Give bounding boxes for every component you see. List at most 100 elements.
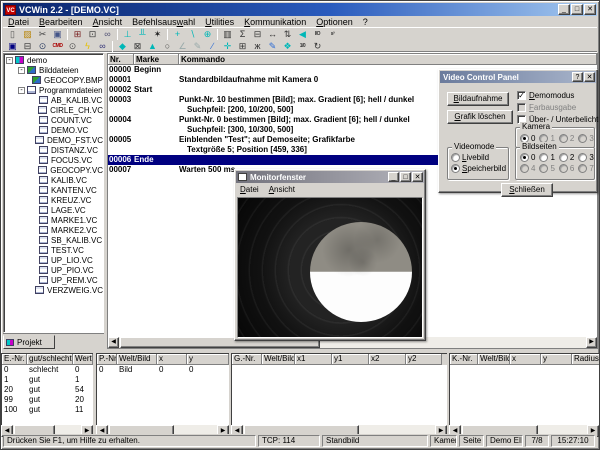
monitor-icon[interactable]: ⊡ [85, 28, 100, 40]
menu-befehlsauswahl[interactable]: Befehlsauswahl [127, 17, 200, 27]
edge-detect-dual-icon[interactable]: ╨ [135, 28, 150, 40]
monitor-close-button[interactable]: ✕ [412, 172, 423, 182]
tree-item-demo-vc[interactable]: DEMO.VC [4, 125, 103, 135]
radio-icon[interactable] [559, 164, 568, 173]
table-row[interactable]: 0schlecht0 [2, 365, 93, 375]
monitor-maximize-button[interactable]: □ [400, 172, 411, 182]
vcp-help-button[interactable]: ? [572, 72, 583, 82]
radio-icon[interactable] [578, 153, 587, 162]
checkbox-demomodus[interactable]: ✓Demomodus [517, 90, 574, 100]
io-monitor-icon[interactable]: 1/0 [295, 40, 310, 52]
vector-icon[interactable]: ❖ [280, 40, 295, 52]
table-row[interactable]: 1gut1 [2, 375, 93, 385]
grayscale-icon[interactable]: ▥ [220, 28, 235, 40]
line-tool-icon[interactable]: ∖ [185, 28, 200, 40]
radio-bildseiten-2[interactable]: 2 [559, 153, 574, 162]
counter-icon[interactable]: ⇅ [280, 28, 295, 40]
menu-item[interactable]: ? [358, 17, 373, 27]
table-row[interactable]: 100gut11 [2, 405, 93, 415]
flash-icon[interactable]: ϟ [80, 40, 95, 52]
tree-item-test-vc[interactable]: TEST.VC [4, 245, 103, 255]
menu-bearbeiten[interactable]: Bearbeiten [34, 17, 88, 27]
circle-tool-icon[interactable]: ○ [160, 40, 175, 52]
radio-icon[interactable] [520, 153, 529, 162]
column-radius[interactable]: Radius [572, 354, 599, 365]
radio-icon[interactable] [539, 164, 548, 173]
tree-item-distanz-vc[interactable]: DISTANZ.VC [4, 145, 103, 155]
arrow-horizontal-icon[interactable]: ↔ [265, 28, 280, 40]
tree-expander-icon[interactable]: - [6, 57, 13, 64]
shape-tool-icon[interactable]: ✎ [190, 40, 205, 52]
column-marke[interactable]: Marke [134, 54, 179, 65]
monitor-transfer-icon[interactable]: ⊟ [250, 28, 265, 40]
tree-item-up-rem-vc[interactable]: UP_REM.VC [4, 275, 103, 285]
radio-bildseiten-3[interactable]: 3 [578, 153, 593, 162]
new-file-icon[interactable]: ▯ [5, 28, 20, 40]
tree-item-cirle-ch-vc[interactable]: CIRLE_CH.VC [4, 105, 103, 115]
monitor-minimize-button[interactable]: _ [388, 172, 399, 182]
column-welt-bild[interactable]: Welt/Bild [117, 354, 157, 365]
radio-icon[interactable] [578, 134, 587, 143]
radio-icon[interactable] [520, 164, 529, 173]
script-icon[interactable]: s³ [325, 28, 340, 40]
monitor-menu-ansicht[interactable]: Ansicht [264, 185, 300, 194]
column-y[interactable]: y [187, 354, 229, 365]
tree-item-ab-kalib-vc[interactable]: AB_KALIB.VC [4, 95, 103, 105]
crosshair-icon[interactable]: + [170, 28, 185, 40]
menu-ansicht[interactable]: Ansicht [88, 17, 128, 27]
paste-icon[interactable]: ▣ [50, 28, 65, 40]
monitor-menu-datei[interactable]: Datei [235, 185, 264, 194]
digital-io-icon[interactable]: I/O [310, 28, 325, 40]
radio-bildseiten-6[interactable]: 6 [559, 164, 574, 173]
column-y2[interactable]: y2 [406, 354, 442, 365]
target-icon[interactable]: ⊕ [200, 28, 215, 40]
tree-expander-icon[interactable]: - [18, 87, 25, 94]
tree-item-demo[interactable]: -demo [4, 55, 103, 65]
camera-monitor-icon[interactable]: ⊞ [70, 28, 85, 40]
column-wert[interactable]: Wert [73, 354, 93, 365]
radio-bildseiten-5[interactable]: 5 [539, 164, 554, 173]
column-y1[interactable]: y1 [332, 354, 369, 365]
rotate-tool-icon[interactable]: ✛ [220, 40, 235, 52]
tree-item-lage-vc[interactable]: LAGE.VC [4, 205, 103, 215]
column-welt-bild[interactable]: Welt/Bild [478, 354, 510, 365]
column-kommando[interactable]: Kommando [179, 54, 597, 65]
tree-item-geocopy-vc[interactable]: GEOCOPY.VC [4, 165, 103, 175]
minimize-button[interactable]: _ [558, 4, 570, 15]
cut-icon[interactable]: ✂ [35, 28, 50, 40]
menu-kommunikation[interactable]: Kommunikation [239, 17, 311, 27]
audio-icon[interactable]: ◀ [295, 28, 310, 40]
radio-bildseiten-1[interactable]: 1 [539, 153, 554, 162]
tree-item-kreuz-vc[interactable]: KREUZ.VC [4, 195, 103, 205]
tree-item-kanten-vc[interactable]: KANTEN.VC [4, 185, 103, 195]
table-row[interactable]: 20gut54 [2, 385, 93, 395]
menu-utilities[interactable]: Utilities [200, 17, 239, 27]
blob-analysis-icon[interactable]: ✶ [150, 28, 165, 40]
cmd-sel-icon[interactable]: CMD [50, 40, 65, 52]
tree-item-sb-kalib-vc[interactable]: SB_KALIB.VC [4, 235, 103, 245]
menu-datei[interactable]: Datei [3, 17, 34, 27]
image-window-icon[interactable]: ⊠ [130, 40, 145, 52]
tree-item-marke2-vc[interactable]: MARKE2.VC [4, 225, 103, 235]
radio-kamera-2[interactable]: 2 [559, 134, 574, 143]
tree-expander-icon[interactable]: - [18, 67, 25, 74]
scroll-right-icon[interactable]: ▶ [586, 337, 597, 348]
column-p-nr[interactable]: P.-Nr. [97, 354, 117, 365]
tree-item-kalib-vc[interactable]: KALIB.VC [4, 175, 103, 185]
arrow-up-icon[interactable]: ▲ [145, 40, 160, 52]
camera-icon[interactable]: ⊙ [65, 40, 80, 52]
column-x[interactable]: x [157, 354, 187, 365]
tree-item-geocopy-bmp[interactable]: GEOCOPY.BMP [4, 75, 103, 85]
radio-icon[interactable] [451, 153, 460, 162]
vcp-close-icon[interactable]: ✕ [584, 72, 595, 82]
close-button[interactable]: ✕ [584, 4, 596, 15]
radio-icon[interactable] [559, 153, 568, 162]
scroll-left-icon[interactable]: ◀ [108, 337, 119, 348]
open-file-icon[interactable]: ▨ [20, 28, 35, 40]
tab-projekt[interactable]: Projekt [3, 335, 55, 349]
radio-bildseiten-7[interactable]: 7 [578, 164, 593, 173]
radio-icon[interactable] [578, 164, 587, 173]
checkbox-farbausgabe[interactable]: Farbausgabe [517, 102, 576, 112]
tree-item-programmdateien[interactable]: -Programmdateien [4, 85, 103, 95]
monitor-live-icon[interactable]: ⊞ [235, 40, 250, 52]
